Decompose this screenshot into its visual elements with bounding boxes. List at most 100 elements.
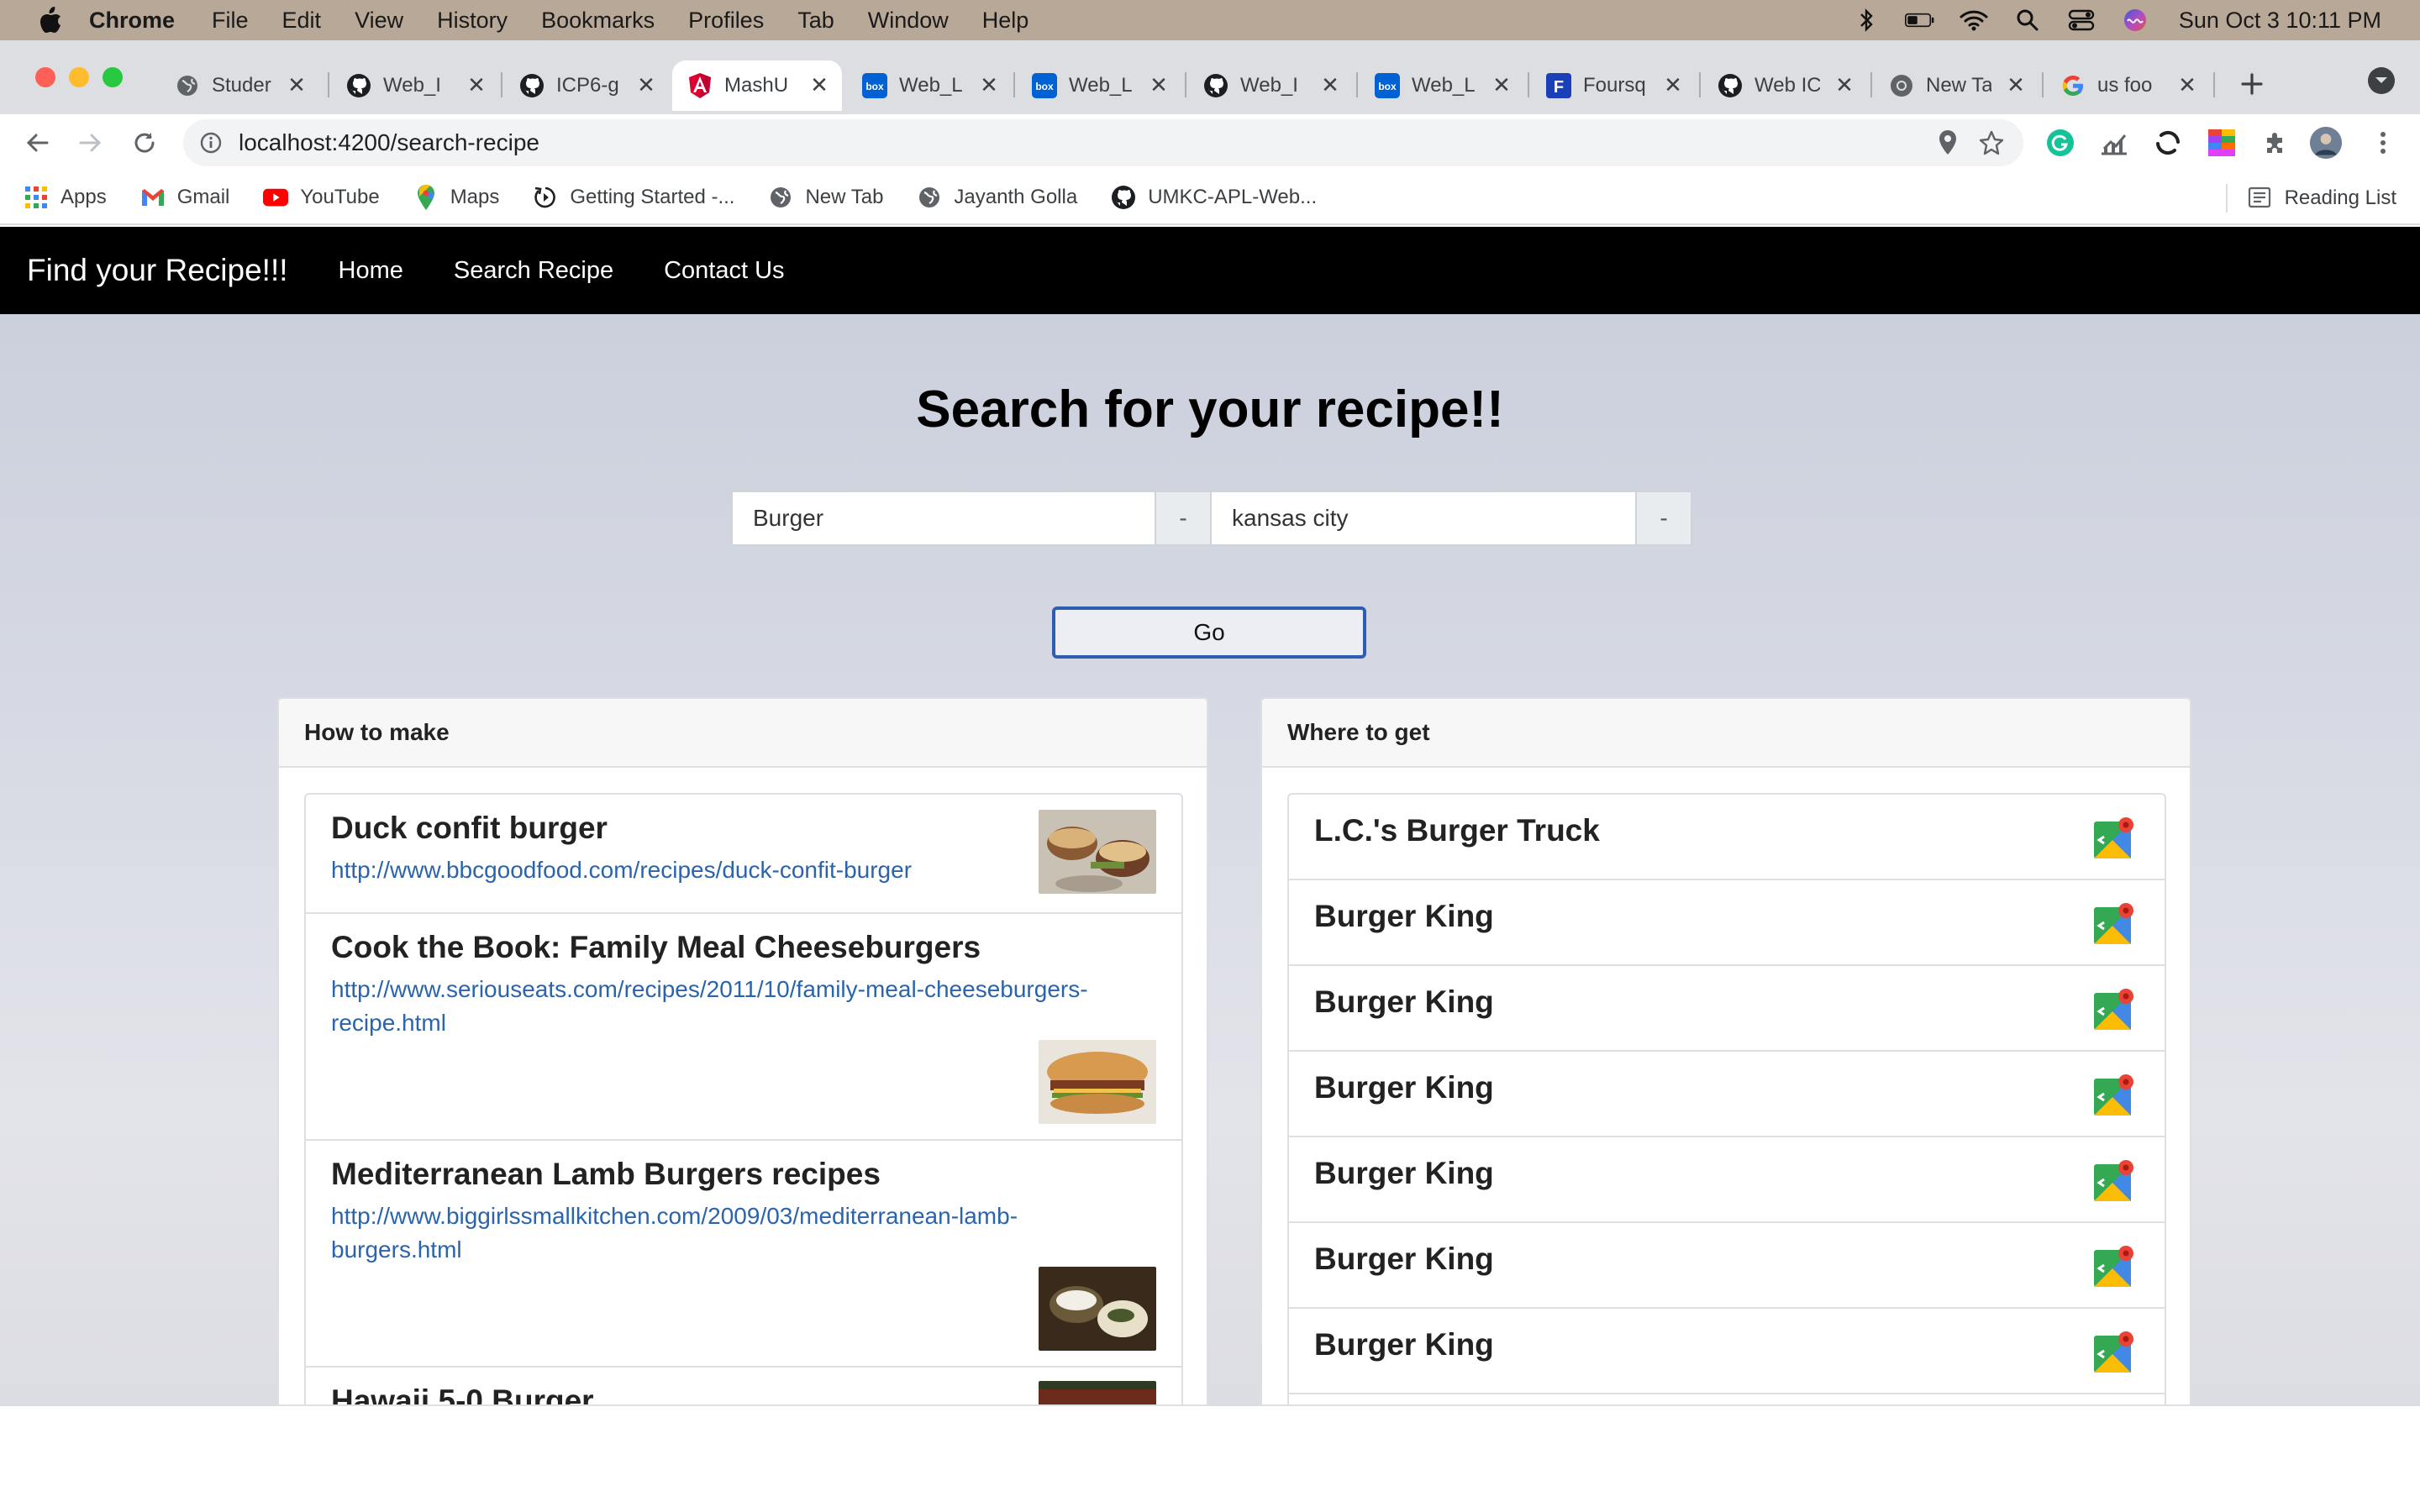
menu-tab[interactable]: Tab	[797, 8, 834, 34]
place-item[interactable]: Burger King	[1289, 1223, 2165, 1309]
forward-arrow-icon[interactable]	[74, 126, 108, 160]
close-tab-icon[interactable]: ✕	[2175, 72, 2200, 97]
back-arrow-icon[interactable]	[20, 126, 54, 160]
recipe-item[interactable]: Cook the Book: Family Meal Cheeseburgers…	[306, 914, 1181, 1141]
bookmark-gmail[interactable]: Gmail	[140, 185, 229, 210]
close-tab-icon[interactable]: ✕	[634, 72, 659, 97]
close-tab-icon[interactable]: ✕	[1489, 72, 1514, 97]
google-maps-icon[interactable]	[2092, 816, 2136, 860]
close-tab-icon[interactable]: ✕	[2003, 72, 2028, 97]
bookmark-jayanth-golla[interactable]: Jayanth Golla	[917, 185, 1077, 210]
google-maps-icon[interactable]	[2092, 1159, 2136, 1203]
battery-icon[interactable]	[1904, 8, 1935, 33]
place-item[interactable]	[1289, 1394, 2165, 1404]
reload-icon[interactable]	[128, 126, 161, 160]
close-window-button[interactable]	[35, 67, 55, 87]
menu-edit[interactable]: Edit	[282, 8, 322, 34]
url-text[interactable]: localhost:4200/search-recipe	[239, 129, 539, 156]
control-center-icon[interactable]	[2066, 8, 2096, 33]
bookmark-getting-started[interactable]: Getting Started -...	[533, 185, 734, 210]
bookmark-youtube[interactable]: YouTube	[263, 185, 380, 210]
bookmark-new-tab[interactable]: New Tab	[768, 185, 883, 210]
close-tab-icon[interactable]: ✕	[1660, 72, 1686, 97]
spotlight-search-icon[interactable]	[2012, 8, 2043, 33]
menu-view[interactable]: View	[355, 8, 403, 34]
extensions-puzzle-icon[interactable]	[2259, 126, 2292, 160]
menu-window[interactable]: Window	[868, 8, 949, 34]
menu-clock[interactable]: Sun Oct 3 10:11 PM	[2179, 8, 2381, 34]
location-search-input[interactable]: kansas city	[1212, 491, 1637, 546]
close-tab-icon[interactable]: ✕	[807, 72, 832, 97]
nav-home[interactable]: Home	[339, 257, 403, 285]
sync-extension-icon[interactable]	[2151, 126, 2185, 160]
google-maps-icon[interactable]	[2092, 1074, 2136, 1117]
place-item[interactable]: Burger King	[1289, 966, 2165, 1052]
apple-logo-icon[interactable]	[34, 3, 67, 37]
close-tab-icon[interactable]: ✕	[976, 72, 1002, 97]
browser-tab[interactable]: Web IC ✕	[1702, 60, 1867, 111]
siri-icon[interactable]	[2120, 8, 2150, 33]
browser-tab[interactable]: box Web_L ✕	[847, 60, 1012, 111]
place-item[interactable]: Burger King	[1289, 1309, 2165, 1394]
recipe-item[interactable]: Mediterranean Lamb Burgers recipes http:…	[306, 1141, 1181, 1368]
recipe-link[interactable]: http://www.biggirlssmallkitchen.com/2009…	[331, 1200, 1113, 1267]
bookmark-apps[interactable]: Apps	[24, 185, 107, 210]
menu-app-name[interactable]: Chrome	[89, 8, 175, 34]
place-item[interactable]: Burger King	[1289, 1137, 2165, 1223]
close-tab-icon[interactable]: ✕	[1146, 72, 1171, 97]
browser-tab[interactable]: box Web_L ✕	[1360, 60, 1524, 111]
close-tab-icon[interactable]: ✕	[464, 72, 489, 97]
close-tab-icon[interactable]: ✕	[1832, 72, 1857, 97]
recipe-item[interactable]: Hawaii 5-0 Burger	[306, 1368, 1181, 1404]
browser-tab[interactable]: us foo ✕	[2045, 60, 2210, 111]
go-button[interactable]: Go	[1052, 606, 1366, 659]
place-item[interactable]: Burger King	[1289, 880, 2165, 966]
color-palette-extension-icon[interactable]	[2205, 126, 2238, 160]
google-maps-icon[interactable]	[2092, 902, 2136, 946]
close-tab-icon[interactable]: ✕	[1318, 72, 1343, 97]
tab-search-chevron-icon[interactable]	[2368, 67, 2395, 94]
recipe-link[interactable]: http://www.seriouseats.com/recipes/2011/…	[331, 973, 1113, 1040]
grammarly-icon[interactable]	[2044, 126, 2077, 160]
reading-list-button[interactable]: Reading List	[2225, 171, 2396, 225]
kebab-menu-icon[interactable]	[2366, 126, 2400, 160]
browser-tab[interactable]: ICP6-g ✕	[504, 60, 669, 111]
close-tab-icon[interactable]: ✕	[284, 72, 309, 97]
menu-file[interactable]: File	[212, 8, 249, 34]
menu-profiles[interactable]: Profiles	[688, 8, 764, 34]
recipe-search-input[interactable]: Burger	[731, 491, 1156, 546]
bookmark-maps[interactable]: Maps	[413, 185, 499, 210]
zoom-window-button[interactable]	[103, 67, 123, 87]
site-brand[interactable]: Find your Recipe!!!	[27, 253, 288, 288]
nav-contact-us[interactable]: Contact Us	[664, 257, 784, 285]
new-tab-plus-icon[interactable]	[2235, 67, 2269, 101]
google-maps-icon[interactable]	[2092, 1245, 2136, 1289]
menu-bookmarks[interactable]: Bookmarks	[541, 8, 655, 34]
google-maps-icon[interactable]	[2092, 988, 2136, 1032]
browser-tab[interactable]: Web_I ✕	[1188, 60, 1353, 111]
analytics-extension-icon[interactable]	[2097, 126, 2131, 160]
place-item[interactable]: Burger King	[1289, 1052, 2165, 1137]
recipe-link[interactable]: http://www.bbcgoodfood.com/recipes/duck-…	[331, 853, 1113, 887]
location-pin-icon[interactable]	[1938, 129, 1958, 160]
menu-help[interactable]: Help	[982, 8, 1029, 34]
browser-tab[interactable]: Web_I ✕	[331, 60, 499, 111]
place-item[interactable]: L.C.'s Burger Truck	[1289, 795, 2165, 880]
address-bar[interactable]: localhost:4200/search-recipe	[183, 119, 2023, 166]
bookmark-star-icon[interactable]	[1978, 129, 2005, 160]
bookmark-umkc-apl[interactable]: UMKC-APL-Web...	[1111, 185, 1317, 210]
recipe-item[interactable]: Duck confit burger http://www.bbcgoodfoo…	[306, 795, 1181, 914]
site-info-icon[interactable]	[198, 130, 224, 155]
menu-history[interactable]: History	[437, 8, 508, 34]
profile-avatar[interactable]	[2309, 126, 2343, 160]
minimize-window-button[interactable]	[69, 67, 89, 87]
browser-tab[interactable]: Studer ✕	[160, 60, 319, 111]
wifi-icon[interactable]	[1959, 8, 1989, 33]
browser-tab-active[interactable]: MashU ✕	[672, 60, 842, 111]
bluetooth-icon[interactable]	[1851, 8, 1881, 33]
browser-tab[interactable]: F Foursq ✕	[1531, 60, 1696, 111]
nav-search-recipe[interactable]: Search Recipe	[454, 257, 613, 285]
google-maps-icon[interactable]	[2092, 1331, 2136, 1374]
browser-tab[interactable]: New Ta ✕	[1874, 60, 2039, 111]
browser-tab[interactable]: box Web_L ✕	[1017, 60, 1181, 111]
